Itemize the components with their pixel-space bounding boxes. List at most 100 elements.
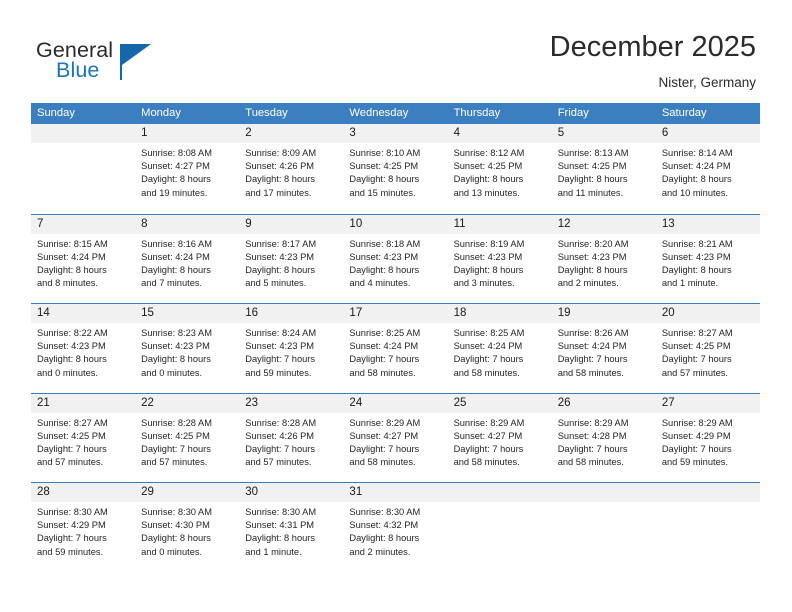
sunset-text: Sunset: 4:25 PM: [349, 161, 419, 172]
daylight-text-line2: and 57 minutes.: [141, 457, 208, 468]
calendar-grid: Sunday Monday Tuesday Wednesday Thursday…: [31, 103, 760, 572]
sunrise-text: Sunrise: 8:12 AM: [453, 148, 525, 158]
day-cell[interactable]: 21 Sunrise: 8:27 AM Sunset: 4:25 PM Dayl…: [31, 393, 136, 482]
week-row: 21 Sunrise: 8:27 AM Sunset: 4:25 PM Dayl…: [31, 392, 760, 482]
day-cell[interactable]: [551, 483, 656, 572]
sunrise-text: Sunrise: 8:17 AM: [245, 238, 317, 249]
sunset-text: Sunset: 4:28 PM: [557, 430, 627, 441]
daylight-text-line2: and 13 minutes.: [453, 187, 520, 198]
day-info: Sunrise: 8:26 AM Sunset: 4:24 PM Dayligh…: [552, 323, 656, 380]
day-cell[interactable]: 7 Sunrise: 8:15 AM Sunset: 4:24 PM Dayli…: [31, 214, 136, 303]
day-info: Sunrise: 8:08 AM Sunset: 4:27 PM Dayligh…: [135, 143, 239, 200]
sunset-text: Sunset: 4:23 PM: [245, 341, 315, 352]
calendar-page: General Blue December 2025 Nister, Germa…: [0, 0, 792, 612]
day-cell[interactable]: 16 Sunrise: 8:24 AM Sunset: 4:23 PM Dayl…: [239, 304, 344, 393]
day-cell[interactable]: 24 Sunrise: 8:29 AM Sunset: 4:27 PM Dayl…: [343, 393, 448, 482]
sunset-text: Sunset: 4:24 PM: [141, 251, 210, 262]
sunrise-text: Sunrise: 8:29 AM: [453, 417, 525, 428]
sunrise-text: Sunrise: 8:15 AM: [37, 238, 108, 249]
daylight-text-line2: and 0 minutes.: [141, 367, 203, 378]
daylight-text-line1: Daylight: 8 hours: [661, 174, 732, 185]
day-cell[interactable]: 5 Sunrise: 8:13 AM Sunset: 4:25 PM Dayli…: [551, 124, 656, 214]
day-cell[interactable]: 13 Sunrise: 8:21 AM Sunset: 4:23 PM Dayl…: [655, 214, 760, 303]
day-cell[interactable]: 14 Sunrise: 8:22 AM Sunset: 4:23 PM Dayl…: [31, 304, 136, 393]
day-number: 24: [343, 393, 448, 413]
day-cell[interactable]: [447, 483, 552, 572]
day-number: 12: [551, 214, 656, 234]
day-number: 17: [343, 304, 448, 323]
day-info: Sunrise: 8:29 AM Sunset: 4:27 PM Dayligh…: [343, 413, 447, 470]
day-cell[interactable]: 26 Sunrise: 8:29 AM Sunset: 4:28 PM Dayl…: [551, 393, 656, 482]
day-info: Sunrise: 8:14 AM Sunset: 4:24 PM Dayligh…: [656, 143, 760, 200]
day-cell[interactable]: 20 Sunrise: 8:27 AM Sunset: 4:25 PM Dayl…: [655, 304, 760, 393]
day-cell[interactable]: 30 Sunrise: 8:30 AM Sunset: 4:31 PM Dayl…: [239, 483, 344, 572]
sunrise-text: Sunrise: 8:23 AM: [141, 328, 212, 338]
day-cell[interactable]: 28 Sunrise: 8:30 AM Sunset: 4:29 PM Dayl…: [31, 483, 136, 572]
day-number: 13: [655, 214, 760, 234]
day-cell[interactable]: 23 Sunrise: 8:28 AM Sunset: 4:26 PM Dayl…: [239, 393, 344, 482]
day-number: 29: [135, 483, 240, 502]
day-cell[interactable]: 27 Sunrise: 8:29 AM Sunset: 4:29 PM Dayl…: [655, 393, 760, 482]
daylight-text-line1: Daylight: 7 hours: [349, 354, 420, 365]
day-cell[interactable]: 18 Sunrise: 8:25 AM Sunset: 4:24 PM Dayl…: [447, 304, 552, 393]
weekday-header-friday: Friday: [557, 107, 589, 119]
day-cell[interactable]: 29 Sunrise: 8:30 AM Sunset: 4:30 PM Dayl…: [135, 483, 240, 572]
day-cell[interactable]: 3 Sunrise: 8:10 AM Sunset: 4:25 PM Dayli…: [343, 124, 448, 214]
page-title: December 2025: [549, 31, 756, 63]
day-cell[interactable]: 17 Sunrise: 8:25 AM Sunset: 4:24 PM Dayl…: [343, 304, 448, 393]
day-number: [31, 124, 136, 143]
day-info: Sunrise: 8:24 AM Sunset: 4:23 PM Dayligh…: [239, 323, 343, 380]
sunset-text: Sunset: 4:26 PM: [245, 161, 315, 172]
daylight-text-line2: and 0 minutes.: [37, 367, 98, 378]
sunset-text: Sunset: 4:27 PM: [141, 161, 210, 172]
daylight-text-line2: and 15 minutes.: [349, 187, 416, 198]
daylight-text-line2: and 59 minutes.: [37, 546, 104, 557]
day-info: Sunrise: 8:13 AM Sunset: 4:25 PM Dayligh…: [552, 143, 656, 200]
day-cell[interactable]: 1 Sunrise: 8:08 AM Sunset: 4:27 PM Dayli…: [135, 124, 240, 214]
day-cell[interactable]: 10 Sunrise: 8:18 AM Sunset: 4:23 PM Dayl…: [343, 214, 448, 303]
day-cell[interactable]: 25 Sunrise: 8:29 AM Sunset: 4:27 PM Dayl…: [447, 393, 552, 482]
day-cell[interactable]: 12 Sunrise: 8:20 AM Sunset: 4:23 PM Dayl…: [551, 214, 656, 303]
day-number: 3: [343, 124, 448, 143]
daylight-text-line1: Daylight: 8 hours: [245, 533, 316, 544]
daylight-text-line1: Daylight: 7 hours: [37, 533, 107, 544]
sunset-text: Sunset: 4:24 PM: [37, 251, 106, 262]
sunset-text: Sunset: 4:23 PM: [349, 251, 419, 262]
daylight-text-line1: Daylight: 8 hours: [141, 354, 211, 365]
day-cell[interactable]: 15 Sunrise: 8:23 AM Sunset: 4:23 PM Dayl…: [135, 304, 240, 393]
day-cell[interactable]: 22 Sunrise: 8:28 AM Sunset: 4:25 PM Dayl…: [135, 393, 240, 482]
day-cell[interactable]: 2 Sunrise: 8:09 AM Sunset: 4:26 PM Dayli…: [239, 124, 344, 214]
daylight-text-line1: Daylight: 7 hours: [453, 354, 524, 365]
day-cell[interactable]: 11 Sunrise: 8:19 AM Sunset: 4:23 PM Dayl…: [447, 214, 552, 303]
sunrise-text: Sunrise: 8:16 AM: [141, 238, 212, 249]
day-cell[interactable]: 4 Sunrise: 8:12 AM Sunset: 4:25 PM Dayli…: [447, 124, 552, 214]
day-cell[interactable]: 8 Sunrise: 8:16 AM Sunset: 4:24 PM Dayli…: [135, 214, 240, 303]
sunrise-text: Sunrise: 8:13 AM: [557, 148, 629, 158]
day-info: Sunrise: 8:30 AM Sunset: 4:31 PM Dayligh…: [239, 502, 343, 559]
sunset-text: Sunset: 4:27 PM: [349, 430, 419, 441]
daylight-text-line1: Daylight: 7 hours: [661, 443, 732, 454]
day-info: Sunrise: 8:17 AM Sunset: 4:23 PM Dayligh…: [239, 234, 343, 291]
sunrise-text: Sunrise: 8:25 AM: [349, 328, 421, 338]
sunrise-text: Sunrise: 8:20 AM: [557, 238, 629, 249]
day-cell[interactable]: [655, 483, 760, 572]
day-cell[interactable]: 6 Sunrise: 8:14 AM Sunset: 4:24 PM Dayli…: [655, 124, 760, 214]
day-info: Sunrise: 8:23 AM Sunset: 4:23 PM Dayligh…: [135, 323, 239, 380]
daylight-text-line2: and 58 minutes.: [349, 367, 416, 378]
daylight-text-line1: Daylight: 8 hours: [661, 264, 732, 275]
day-info: [448, 502, 552, 506]
daylight-text-line2: and 4 minutes.: [349, 278, 411, 289]
day-cell[interactable]: [31, 124, 136, 214]
day-cell[interactable]: 31 Sunrise: 8:30 AM Sunset: 4:32 PM Dayl…: [343, 483, 448, 572]
daylight-text-line2: and 17 minutes.: [245, 187, 312, 198]
day-info: Sunrise: 8:15 AM Sunset: 4:24 PM Dayligh…: [31, 234, 135, 291]
daylight-text-line1: Daylight: 7 hours: [557, 443, 628, 454]
sunrise-text: Sunrise: 8:27 AM: [661, 328, 733, 338]
day-cell[interactable]: 9 Sunrise: 8:17 AM Sunset: 4:23 PM Dayli…: [239, 214, 344, 303]
day-cell[interactable]: 19 Sunrise: 8:26 AM Sunset: 4:24 PM Dayl…: [551, 304, 656, 393]
sunrise-text: Sunrise: 8:10 AM: [349, 148, 421, 158]
daylight-text-line1: Daylight: 7 hours: [37, 443, 107, 454]
day-number: 31: [343, 483, 448, 502]
week-row: 14 Sunrise: 8:22 AM Sunset: 4:23 PM Dayl…: [31, 303, 760, 393]
daylight-text-line2: and 8 minutes.: [37, 278, 98, 289]
